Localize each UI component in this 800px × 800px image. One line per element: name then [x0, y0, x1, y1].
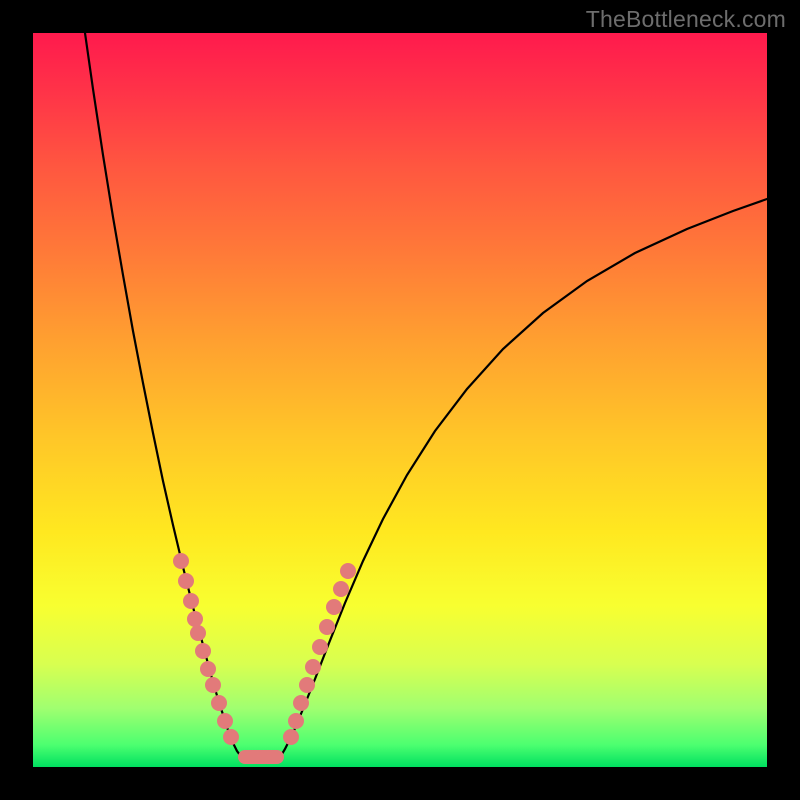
data-dot: [312, 639, 328, 655]
left-curve: [85, 33, 243, 759]
data-dot: [211, 695, 227, 711]
data-dot: [205, 677, 221, 693]
data-dot: [173, 553, 189, 569]
data-dot: [178, 573, 194, 589]
data-dot: [326, 599, 342, 615]
data-dot: [187, 611, 203, 627]
dots-left-group: [173, 553, 239, 745]
data-dot: [340, 563, 356, 579]
data-dot: [217, 713, 233, 729]
right-curve: [279, 199, 767, 759]
data-dot: [223, 729, 239, 745]
chart-frame: TheBottleneck.com: [0, 0, 800, 800]
data-dot: [200, 661, 216, 677]
data-dot: [183, 593, 199, 609]
data-dot: [305, 659, 321, 675]
plot-area: [33, 33, 767, 767]
data-dot: [319, 619, 335, 635]
data-dot: [283, 729, 299, 745]
watermark-text: TheBottleneck.com: [586, 6, 786, 33]
data-dot: [293, 695, 309, 711]
data-dot: [190, 625, 206, 641]
data-dot: [299, 677, 315, 693]
data-dot: [195, 643, 211, 659]
dots-right-group: [283, 563, 356, 745]
data-dot: [333, 581, 349, 597]
curves-svg: [33, 33, 767, 767]
data-dot: [288, 713, 304, 729]
